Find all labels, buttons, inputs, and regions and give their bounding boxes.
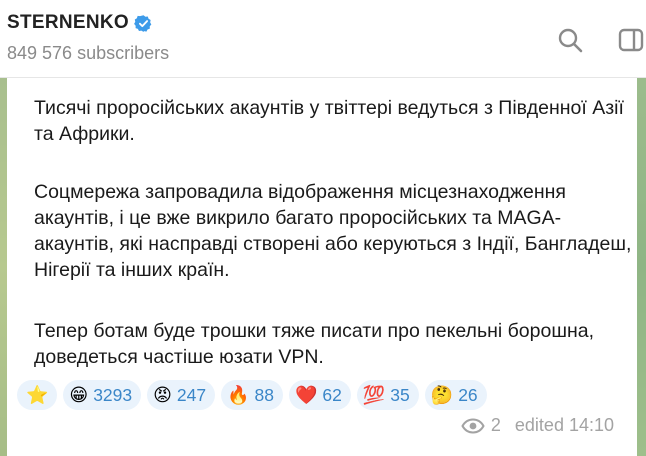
channel-header: STERNENKO 849 576 subscribers (0, 0, 646, 78)
message-paragraph-3: Тепер ботам буде трошки тяже писати про … (34, 320, 594, 368)
search-icon[interactable] (556, 26, 584, 54)
reaction-fire[interactable]: 🔥 88 (221, 380, 283, 410)
reaction-thinking[interactable]: 🤔 26 (424, 380, 487, 410)
star-icon: ⭐ (26, 385, 49, 405)
reaction-star[interactable]: ⭐ (17, 380, 58, 410)
chat-wallpaper-right (637, 78, 646, 456)
reaction-angry[interactable]: 😡 247 (147, 380, 216, 410)
reaction-count: 247 (176, 384, 207, 405)
message-paragraph-2: Соцмережа запровадила відображення місце… (34, 181, 632, 281)
hundred-points-icon: 💯 (362, 385, 386, 405)
message-paragraph-1: Тисячі проросійських акаунтів у твіттері… (34, 97, 624, 145)
reactions-bar: ⭐ 😁 3293 😡 247 🔥 88 ❤️ 62 💯 35 🤔 26 (17, 380, 487, 410)
subscriber-count: 849 576 subscribers (7, 43, 170, 63)
grinning-face-icon: 😁 (69, 385, 89, 405)
heart-icon: ❤️ (294, 385, 318, 405)
reaction-count: 3293 (93, 384, 133, 405)
verified-badge-icon (134, 14, 152, 32)
angry-face-icon: 😡 (153, 385, 172, 405)
eye-icon (461, 417, 485, 434)
message-meta: 2 edited 14:10 (461, 415, 614, 436)
sidebar-toggle-icon[interactable] (617, 26, 645, 54)
message-bubble[interactable]: Тисячі проросійських акаунтів у твіттері… (7, 78, 637, 456)
edited-timestamp: edited 14:10 (514, 415, 614, 435)
channel-title-row[interactable]: STERNENKO (7, 12, 153, 34)
thinking-face-icon: 🤔 (430, 385, 454, 405)
view-count: 2 (490, 415, 501, 435)
reaction-grin[interactable]: 😁 3293 (63, 380, 142, 410)
reaction-count: 88 (254, 384, 274, 405)
reaction-count: 62 (322, 384, 342, 405)
reaction-hundred[interactable]: 💯 35 (356, 380, 419, 410)
chat-wallpaper-left (0, 78, 7, 456)
reaction-count: 35 (390, 384, 410, 405)
channel-name[interactable]: STERNENKO (7, 12, 129, 34)
reaction-heart[interactable]: ❤️ 62 (288, 380, 351, 410)
fire-icon: 🔥 (227, 385, 250, 405)
reaction-count: 26 (458, 384, 478, 405)
